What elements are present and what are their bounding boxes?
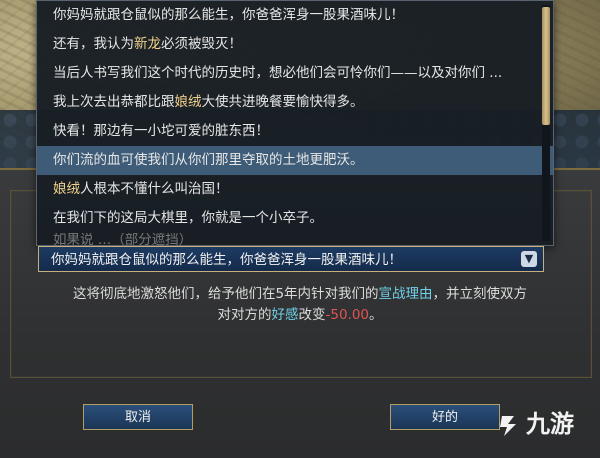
option-text: 在我们下的这局大棋里，你就是一个小卒子。 bbox=[53, 210, 323, 226]
desc-text: ，并立刻使双方 bbox=[432, 286, 528, 302]
effect-description: 这将彻底地激怒他们，给予他们在5年内针对我们的宣战理由，并立刻使双方 对对方的好… bbox=[40, 284, 560, 326]
option-item[interactable]: 你们流的血可使我们从你们那里夺取的土地更肥沃。 bbox=[37, 146, 553, 175]
option-text: 你们流的血可使我们从你们那里夺取的土地更肥沃。 bbox=[53, 152, 364, 168]
option-text: 我上次去出恭都比跟 bbox=[53, 94, 175, 110]
option-text: 你妈妈就跟仓鼠似的那么能生，你爸爸浑身一股果酒味儿！ bbox=[53, 7, 404, 23]
desc-text: 改变 bbox=[298, 307, 326, 323]
option-item[interactable]: 快看！那边有一小坨可爱的脏东西！ bbox=[37, 117, 553, 146]
ok-button[interactable]: 好的 bbox=[390, 404, 500, 430]
option-item[interactable]: 你妈妈就跟仓鼠似的那么能生，你爸爸浑身一股果酒味儿！ bbox=[37, 1, 553, 30]
option-text: 当后人书写我们这个时代的历史时，想必他们会可怜你们——以及对你们 ... bbox=[53, 65, 503, 81]
ok-label: 好的 bbox=[431, 410, 458, 425]
nation-name: 娘绒 bbox=[53, 181, 80, 197]
option-item[interactable]: 在我们下的这局大棋里，你就是一个小卒子。 bbox=[37, 204, 553, 233]
option-item[interactable]: 娘绒人根本不懂什么叫治国！ bbox=[37, 175, 553, 204]
select-value: 你妈妈就跟仓鼠似的那么能生，你爸爸浑身一股果酒味儿！ bbox=[51, 252, 402, 268]
casus-belli-link[interactable]: 宣战理由 bbox=[379, 286, 433, 302]
option-text: 人根本不懂什么叫治国！ bbox=[80, 181, 229, 197]
cancel-label: 取消 bbox=[124, 410, 151, 425]
scrollbar-thumb[interactable] bbox=[542, 7, 550, 125]
opinion-link[interactable]: 好感 bbox=[271, 307, 298, 323]
insult-options-list[interactable]: 你妈妈就跟仓鼠似的那么能生，你爸爸浑身一股果酒味儿！ 还有，我认为新龙必须被毁灭！… bbox=[36, 0, 554, 246]
option-item[interactable]: 我上次去出恭都比跟娘绒大使共进晚餐要愉快得多。 bbox=[37, 88, 553, 117]
nation-name: 娘绒 bbox=[174, 94, 202, 110]
option-text: 快看！那边有一小坨可爱的脏东西！ bbox=[53, 123, 269, 139]
watermark: 九游 bbox=[494, 404, 590, 444]
option-item[interactable]: 还有，我认为新龙必须被毁灭！ bbox=[37, 30, 553, 59]
option-item-partial[interactable]: 如果说 …（部分遮挡） bbox=[37, 233, 553, 245]
option-text: 必须被毁灭！ bbox=[161, 36, 242, 52]
opinion-change-value: -50.00 bbox=[325, 307, 370, 323]
desc-text: 。 bbox=[369, 307, 383, 323]
option-item[interactable]: 当后人书写我们这个时代的历史时，想必他们会可怜你们——以及对你们 ... bbox=[37, 59, 553, 88]
watermark-text: 九游 bbox=[526, 410, 574, 438]
desc-text: 这将彻底地激怒他们，给予他们在5年内针对我们的 bbox=[72, 286, 379, 302]
cancel-button[interactable]: 取消 bbox=[83, 404, 193, 430]
chevron-down-icon[interactable]: ▼ bbox=[521, 251, 537, 267]
desc-text: 对对方的 bbox=[217, 307, 272, 323]
nation-name: 新龙 bbox=[134, 36, 161, 52]
jiuyou-logo-icon bbox=[500, 416, 516, 436]
option-text: 还有，我认为 bbox=[53, 36, 134, 52]
option-text: 大使共进晚餐要愉快得多。 bbox=[201, 94, 364, 110]
insult-select[interactable]: 你妈妈就跟仓鼠似的那么能生，你爸爸浑身一股果酒味儿！ ▼ bbox=[38, 246, 544, 272]
